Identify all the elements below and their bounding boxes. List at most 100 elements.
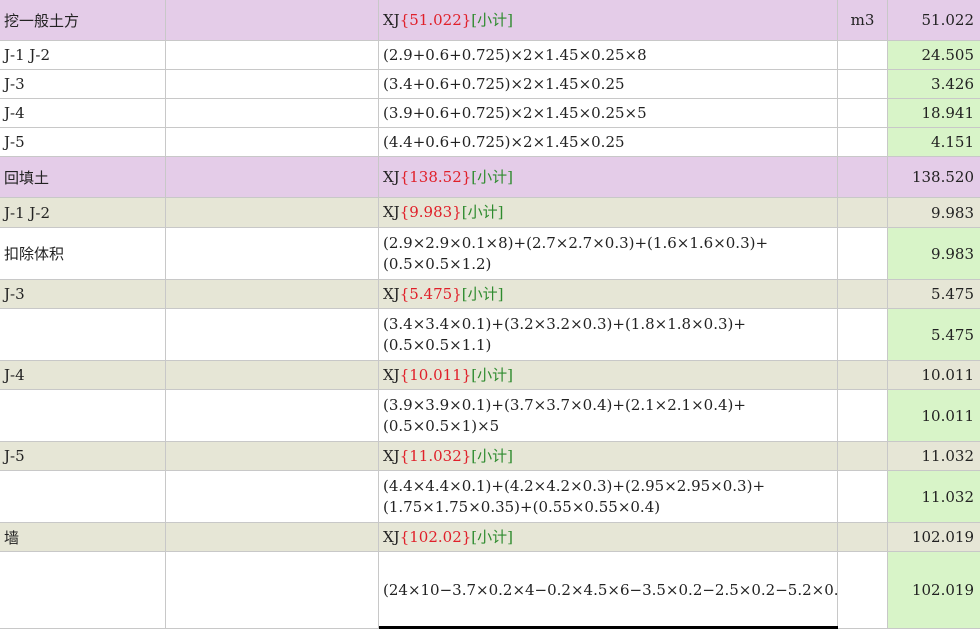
cell-expression[interactable]: (2.9×2.9×0.1×8)+(2.7×2.7×0.3)+(1.6×1.6×0… (379, 228, 838, 279)
cell-name[interactable]: J-1 J-2 (0, 198, 166, 227)
cell-blank[interactable] (166, 280, 379, 308)
cell-unit[interactable] (838, 157, 888, 197)
xj-prefix: XJ (383, 167, 400, 186)
cell-name[interactable]: 扣除体积 (0, 228, 166, 279)
cell-unit[interactable] (838, 471, 888, 522)
cell-blank[interactable] (166, 552, 379, 628)
subtotal-value: {10.011} (399, 365, 472, 384)
table-row: 回填土 XJ {138.52} [小计] 138.520 (0, 157, 980, 198)
cell-expression[interactable]: (24×10−3.7×0.2×4−0.2×4.5×6−3.5×0.2−2.5×0… (379, 552, 838, 628)
cell-unit[interactable] (838, 552, 888, 628)
cell-blank[interactable] (166, 361, 379, 389)
cell-expression[interactable]: (2.9+0.6+0.725)×2×1.45×0.25×8 (379, 41, 838, 69)
cell-unit[interactable] (838, 99, 888, 127)
cell-unit[interactable] (838, 198, 888, 227)
table-row: J-4 XJ {10.011} [小计] 10.011 (0, 361, 980, 390)
cell-expression[interactable]: XJ {5.475} [小计] (379, 280, 838, 308)
cell-expression[interactable]: (3.9+0.6+0.725)×2×1.45×0.25×5 (379, 99, 838, 127)
xj-prefix: XJ (383, 365, 400, 384)
cell-value[interactable]: 10.011 (888, 361, 980, 389)
cell-blank[interactable] (166, 228, 379, 279)
subtotal-value: {9.983} (399, 203, 462, 221)
cell-value[interactable]: 18.941 (888, 99, 980, 127)
cell-expression[interactable]: XJ {51.022} [小计] (379, 0, 838, 40)
cell-name[interactable]: J-5 (0, 442, 166, 470)
cell-unit[interactable] (838, 390, 888, 441)
cell-name[interactable] (0, 471, 166, 522)
cell-value[interactable]: 11.032 (888, 471, 980, 522)
cell-value[interactable]: 51.022 (888, 0, 980, 40)
cell-blank[interactable] (166, 128, 379, 156)
subtotal-tag: [小计] (471, 365, 513, 384)
cell-name[interactable]: J-5 (0, 128, 166, 156)
cell-name[interactable] (0, 309, 166, 360)
cell-value[interactable]: 11.032 (888, 442, 980, 470)
cell-value[interactable]: 10.011 (888, 390, 980, 441)
cell-value[interactable]: 9.983 (888, 198, 980, 227)
cell-name[interactable] (0, 390, 166, 441)
cell-expression[interactable]: (4.4+0.6+0.725)×2×1.45×0.25 (379, 128, 838, 156)
xj-prefix: XJ (383, 284, 400, 303)
cell-value[interactable]: 9.983 (888, 228, 980, 279)
cell-expression[interactable]: (3.9×3.9×0.1)+(3.7×3.7×0.4)+(2.1×2.1×0.4… (379, 390, 838, 441)
subtotal-tag: [小计] (461, 203, 504, 221)
cell-name[interactable]: J-3 (0, 280, 166, 308)
cell-unit[interactable]: m3 (838, 0, 888, 40)
cell-name[interactable]: J-1 J-2 (0, 41, 166, 69)
cell-expression[interactable]: XJ {102.02} [小计] (379, 523, 838, 551)
cell-unit[interactable] (838, 523, 888, 551)
cell-unit[interactable] (838, 70, 888, 98)
cell-blank[interactable] (166, 523, 379, 551)
cell-value[interactable]: 102.019 (888, 523, 980, 551)
table-row: J-1 J-2 XJ {9.983} [小计] 9.983 (0, 198, 980, 228)
subtotal-tag: [小计] (471, 527, 513, 546)
cell-value[interactable]: 3.426 (888, 70, 980, 98)
cell-unit[interactable] (838, 280, 888, 308)
cell-expression[interactable]: XJ {9.983} [小计] (379, 198, 838, 227)
cell-value[interactable]: 138.520 (888, 157, 980, 197)
cell-name[interactable] (0, 552, 166, 628)
table-row: J-5 (4.4+0.6+0.725)×2×1.45×0.25 4.151 (0, 128, 980, 157)
table-row: J-4 (3.9+0.6+0.725)×2×1.45×0.25×5 18.941 (0, 99, 980, 128)
cell-blank[interactable] (166, 442, 379, 470)
cell-expression[interactable]: (4.4×4.4×0.1)+(4.2×4.2×0.3)+(2.95×2.95×0… (379, 471, 838, 522)
cell-name[interactable]: J-4 (0, 361, 166, 389)
cell-unit[interactable] (838, 309, 888, 360)
table-row: (3.9×3.9×0.1)+(3.7×3.7×0.4)+(2.1×2.1×0.4… (0, 390, 980, 442)
cell-blank[interactable] (166, 198, 379, 227)
cell-value[interactable]: 5.475 (888, 280, 980, 308)
cell-name[interactable]: 墙 (0, 523, 166, 551)
cell-blank[interactable] (166, 157, 379, 197)
cell-value[interactable]: 4.151 (888, 128, 980, 156)
table-row: 挖一般土方 XJ {51.022} [小计] m3 51.022 (0, 0, 980, 41)
cell-unit[interactable] (838, 128, 888, 156)
cell-blank[interactable] (166, 70, 379, 98)
table-row: J-1 J-2 (2.9+0.6+0.725)×2×1.45×0.25×8 24.5… (0, 41, 980, 70)
cell-expression[interactable]: XJ {10.011} [小计] (379, 361, 838, 389)
cell-unit[interactable] (838, 41, 888, 69)
cell-blank[interactable] (166, 309, 379, 360)
cell-unit[interactable] (838, 361, 888, 389)
cell-value[interactable]: 5.475 (888, 309, 980, 360)
table-row: 墙 XJ {102.02} [小计] 102.019 (0, 523, 980, 552)
subtotal-tag: [小计] (471, 446, 513, 465)
cell-blank[interactable] (166, 0, 379, 40)
cell-blank[interactable] (166, 99, 379, 127)
cell-value[interactable]: 102.019 (888, 552, 980, 628)
table-row: J-3 (3.4+0.6+0.725)×2×1.45×0.25 3.426 (0, 70, 980, 99)
cell-expression[interactable]: XJ {11.032} [小计] (379, 442, 838, 470)
subtotal-value: {5.475} (399, 284, 462, 303)
cell-expression[interactable]: XJ {138.52} [小计] (379, 157, 838, 197)
cell-unit[interactable] (838, 442, 888, 470)
cell-name[interactable]: J-3 (0, 70, 166, 98)
cell-name[interactable]: 回填土 (0, 157, 166, 197)
cell-name[interactable]: 挖一般土方 (0, 0, 166, 40)
cell-expression[interactable]: (3.4+0.6+0.725)×2×1.45×0.25 (379, 70, 838, 98)
cell-expression[interactable]: (3.4×3.4×0.1)+(3.2×3.2×0.3)+(1.8×1.8×0.3… (379, 309, 838, 360)
cell-blank[interactable] (166, 41, 379, 69)
cell-unit[interactable] (838, 228, 888, 279)
cell-blank[interactable] (166, 471, 379, 522)
cell-value[interactable]: 24.505 (888, 41, 980, 69)
cell-name[interactable]: J-4 (0, 99, 166, 127)
cell-blank[interactable] (166, 390, 379, 441)
